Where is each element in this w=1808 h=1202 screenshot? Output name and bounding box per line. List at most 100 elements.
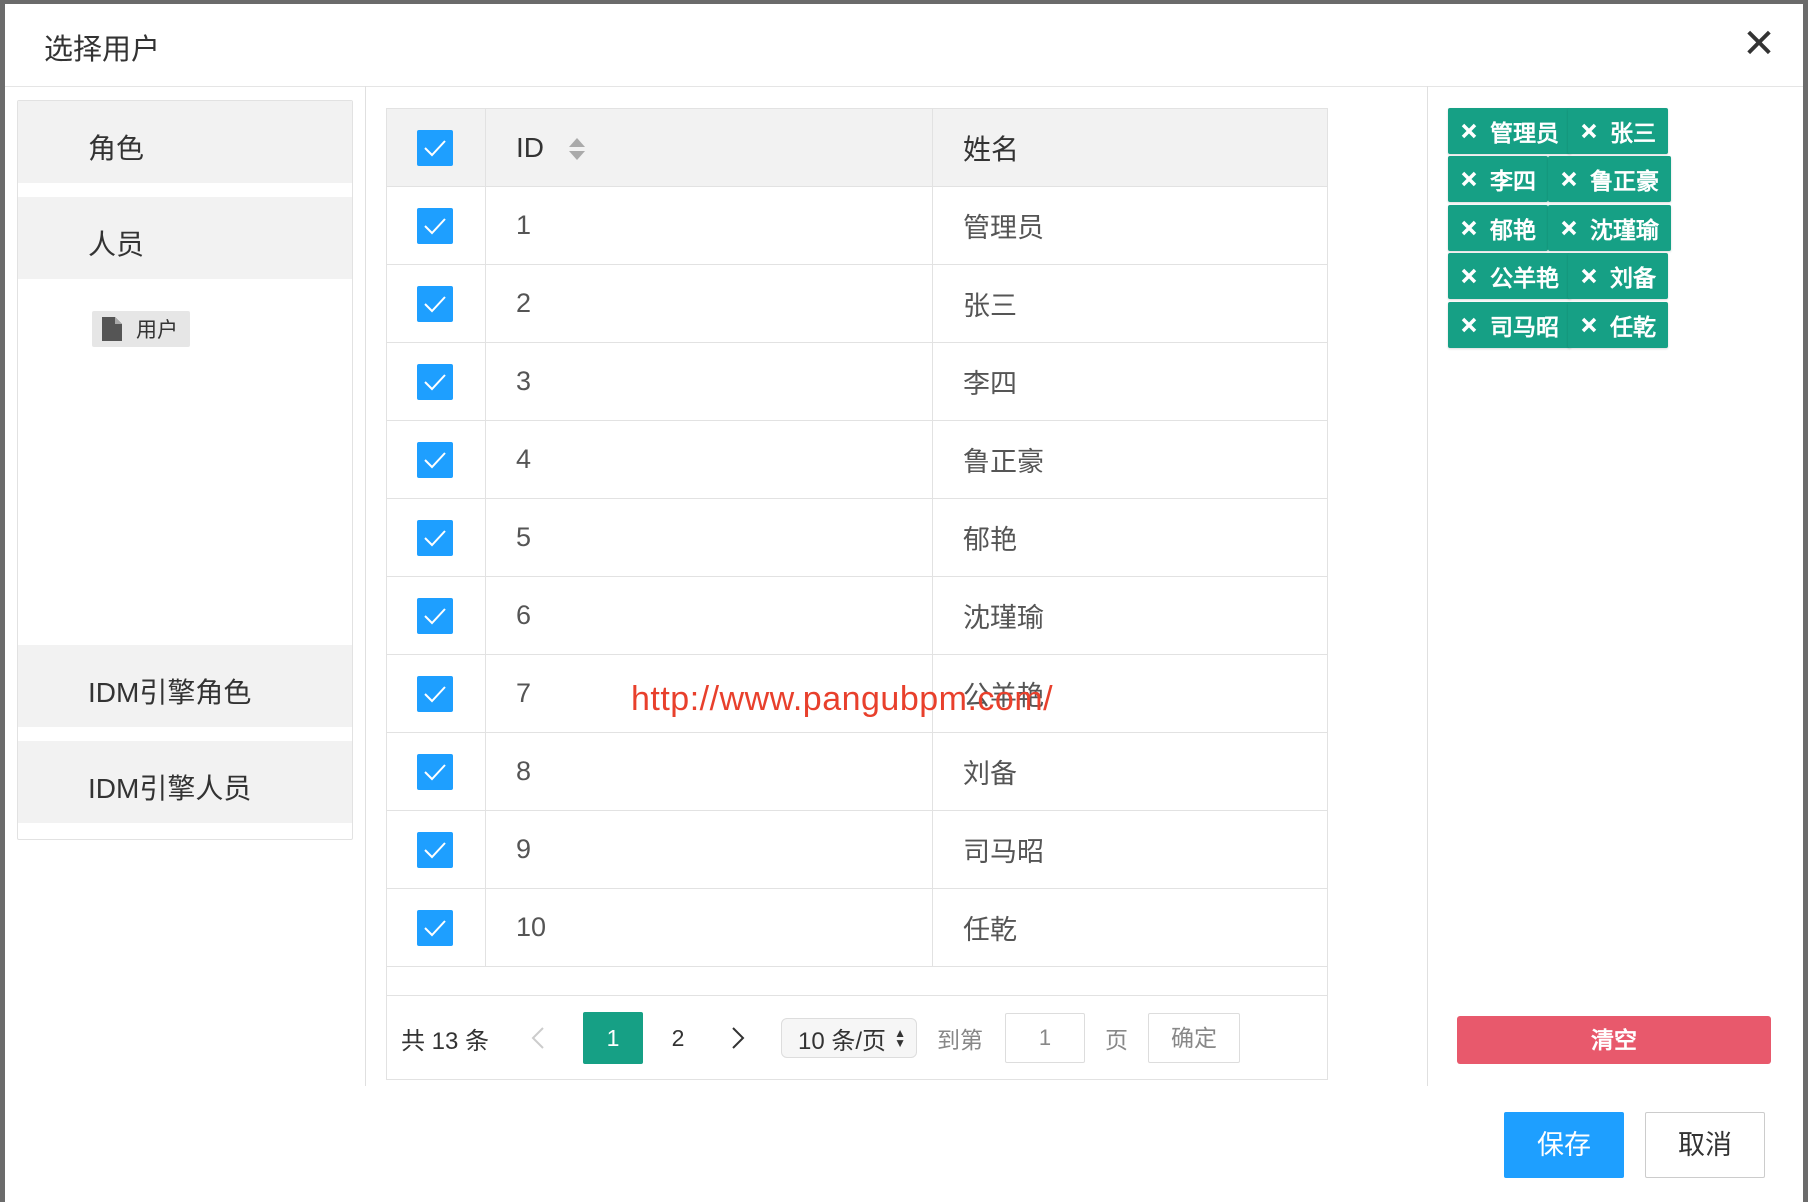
table-row[interactable]: 1 管理员 [387, 186, 1327, 265]
row-select-cell [387, 186, 486, 265]
table-row[interactable]: 5 郁艳 [387, 498, 1327, 577]
row-checkbox[interactable] [417, 831, 453, 868]
cell-id: 3 [485, 342, 933, 421]
table-row[interactable]: 8 刘备 [387, 732, 1327, 811]
table-row[interactable]: 4 鲁正豪 [387, 420, 1327, 499]
table-row[interactable]: 3 李四 [387, 342, 1327, 421]
remove-icon[interactable] [1460, 267, 1478, 285]
remove-icon[interactable] [1460, 122, 1478, 140]
file-icon [102, 317, 122, 341]
divider [365, 86, 366, 1086]
selected-tag-label: 司马昭 [1490, 314, 1559, 340]
table-row[interactable]: 10 任乾 [387, 888, 1327, 967]
tree-group-label: 人员 [88, 229, 145, 260]
selected-tag[interactable]: 张三 [1568, 108, 1668, 154]
watermark: http://www.pangubpm.com/ [631, 680, 1054, 718]
column-header-name: 姓名 [932, 109, 1327, 187]
selected-tag[interactable]: 李四 [1448, 156, 1548, 202]
goto-label: 到第 [936, 1027, 983, 1053]
row-checkbox[interactable] [417, 441, 453, 478]
selected-tag-label: 沈瑾瑜 [1590, 217, 1659, 243]
table-row[interactable]: 9 司马昭 [387, 810, 1327, 889]
page-size-select[interactable]: 10 条/页 ▲ ▼ [781, 1018, 917, 1058]
tree-group-role[interactable]: 角色 [18, 101, 352, 187]
row-checkbox[interactable] [417, 675, 453, 712]
selected-tag[interactable]: 任乾 [1568, 302, 1668, 348]
cell-id: 2 [485, 264, 933, 343]
selected-tag-label: 郁艳 [1490, 217, 1536, 243]
cancel-button[interactable]: 取消 [1645, 1112, 1765, 1178]
select-user-dialog: 选择用户 ✕ 角色 人员 用户 IDM引擎角色 IDM引擎人员 ID 姓名 1 … [5, 4, 1803, 1202]
selected-tag[interactable]: 刘备 [1568, 253, 1668, 299]
chevron-right-icon[interactable] [723, 1024, 751, 1052]
page-button-current[interactable]: 1 [583, 1012, 644, 1064]
selected-tag-label: 张三 [1610, 120, 1656, 146]
remove-icon[interactable] [1460, 219, 1478, 237]
select-all-checkbox[interactable] [417, 129, 453, 166]
tree-frame: 角色 人员 用户 IDM引擎角色 IDM引擎人员 [17, 100, 353, 840]
pagination: 共 13 条 1 2 10 条/页 ▲ ▼ 到第 1 页 确定 [387, 995, 1327, 1080]
selected-tag[interactable]: 公羊艳 [1448, 253, 1571, 299]
divider [1427, 86, 1428, 1086]
row-checkbox[interactable] [417, 207, 453, 244]
remove-icon[interactable] [1460, 170, 1478, 188]
table-row[interactable]: 6 沈瑾瑜 [387, 576, 1327, 655]
row-select-cell [387, 888, 486, 967]
selected-tag[interactable]: 司马昭 [1448, 302, 1571, 348]
remove-icon[interactable] [1580, 316, 1598, 334]
cell-id: 5 [485, 498, 933, 577]
row-checkbox[interactable] [417, 909, 453, 946]
cell-id: 8 [485, 732, 933, 811]
row-select-cell [387, 498, 486, 577]
tree-group-idm-role[interactable]: IDM引擎角色 [18, 645, 352, 731]
tree-node-user[interactable]: 用户 [92, 311, 190, 347]
sort-icon[interactable] [568, 136, 586, 162]
row-checkbox[interactable] [417, 363, 453, 400]
goto-confirm-button[interactable]: 确定 [1147, 1013, 1240, 1063]
remove-icon[interactable] [1580, 122, 1598, 140]
row-checkbox[interactable] [417, 753, 453, 790]
row-checkbox[interactable] [417, 519, 453, 556]
goto-page-input[interactable]: 1 [1004, 1013, 1085, 1063]
user-table: ID 姓名 1 管理员 2 张三 3 李四 4 鲁正豪 5 郁艳 6 沈瑾瑜 7 公羊艳 8 刘备 9 司马昭 10… [387, 109, 1327, 967]
row-checkbox[interactable] [417, 597, 453, 634]
row-select-cell [387, 654, 486, 733]
cell-name: 张三 [932, 264, 1327, 343]
remove-icon[interactable] [1560, 170, 1578, 188]
page-unit-label: 页 [1104, 1027, 1128, 1053]
remove-icon[interactable] [1460, 316, 1478, 334]
selected-tag-label: 刘备 [1610, 265, 1656, 291]
tree-group-label: IDM引擎角色 [88, 677, 252, 708]
select-arrows-icon: ▲ ▼ [894, 1026, 906, 1050]
tree-group-label: 角色 [88, 133, 145, 164]
cell-name: 沈瑾瑜 [932, 576, 1327, 655]
total-count: 共 13 条 [401, 1027, 490, 1055]
cell-id: 1 [485, 186, 933, 265]
selected-tag-label: 李四 [1490, 168, 1536, 194]
row-select-cell [387, 264, 486, 343]
table-row[interactable]: 2 张三 [387, 264, 1327, 343]
row-checkbox[interactable] [417, 285, 453, 322]
remove-icon[interactable] [1580, 267, 1598, 285]
tree-group-person[interactable]: 人员 [18, 197, 352, 283]
clear-button[interactable]: 清空 [1457, 1016, 1771, 1064]
save-button[interactable]: 保存 [1504, 1112, 1624, 1178]
row-select-cell [387, 732, 486, 811]
tree-group-idm-person[interactable]: IDM引擎人员 [18, 741, 352, 827]
selected-tag[interactable]: 郁艳 [1448, 205, 1548, 251]
chevron-left-icon[interactable] [525, 1024, 553, 1052]
tree-group-label: IDM引擎人员 [88, 773, 252, 804]
column-header-id[interactable]: ID [485, 109, 933, 187]
cell-id: 10 [485, 888, 933, 967]
cell-id: 9 [485, 810, 933, 889]
cell-name: 任乾 [932, 888, 1327, 967]
page-button[interactable]: 2 [663, 1025, 693, 1052]
selected-tag[interactable]: 鲁正豪 [1548, 156, 1671, 202]
close-icon[interactable]: ✕ [1739, 24, 1779, 64]
cell-name: 管理员 [932, 186, 1327, 265]
remove-icon[interactable] [1560, 219, 1578, 237]
cell-id: 4 [485, 420, 933, 499]
selected-tag[interactable]: 管理员 [1448, 108, 1571, 154]
selected-tag[interactable]: 沈瑾瑜 [1548, 205, 1671, 251]
dialog-title: 选择用户 [44, 34, 161, 66]
